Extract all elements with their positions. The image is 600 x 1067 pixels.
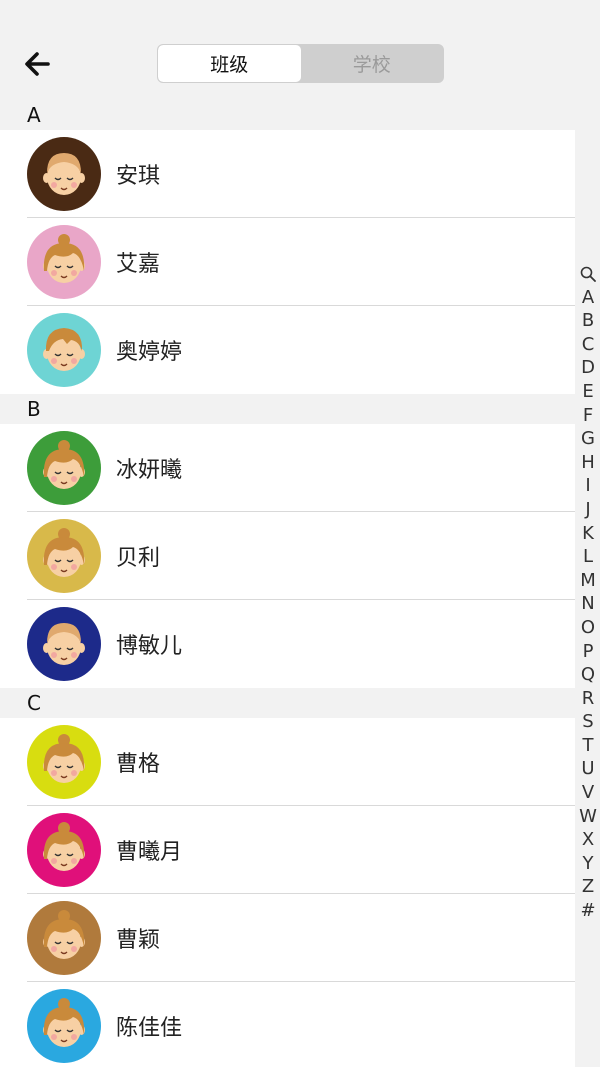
contact-name: 艾嘉 xyxy=(116,252,161,277)
contact-row[interactable]: 安琪 xyxy=(0,130,575,218)
index-letter[interactable]: T xyxy=(576,734,600,758)
avatar xyxy=(27,431,101,505)
alphabet-index: A B C D E F G H I J K L M N O P Q R S T U V W X Y Z # xyxy=(576,262,600,923)
contact-name: 曹曦月 xyxy=(116,840,183,865)
contact-name: 贝利 xyxy=(116,546,161,571)
contact-name: 曹格 xyxy=(116,752,161,777)
search-icon xyxy=(580,263,596,284)
contact-row[interactable]: 艾嘉 xyxy=(0,218,575,306)
index-letter[interactable]: A xyxy=(576,286,600,310)
index-letter[interactable]: L xyxy=(576,545,600,569)
section-header-c: C xyxy=(0,688,575,718)
index-letter[interactable]: U xyxy=(576,757,600,781)
index-letter[interactable]: C xyxy=(576,333,600,357)
index-letter[interactable]: E xyxy=(576,380,600,404)
avatar xyxy=(27,137,101,211)
index-letter[interactable]: P xyxy=(576,640,600,664)
index-letter[interactable]: V xyxy=(576,781,600,805)
avatar xyxy=(27,901,101,975)
index-letter[interactable]: S xyxy=(576,710,600,734)
avatar xyxy=(27,813,101,887)
index-letter[interactable]: W xyxy=(576,805,600,829)
index-letter[interactable]: Q xyxy=(576,663,600,687)
contact-row[interactable]: 贝利 xyxy=(0,512,575,600)
index-letter[interactable]: M xyxy=(576,569,600,593)
index-letter[interactable]: K xyxy=(576,522,600,546)
contact-row[interactable]: 奥婷婷 xyxy=(0,306,575,394)
contact-row[interactable]: 冰妍曦 xyxy=(0,424,575,512)
contact-name: 冰妍曦 xyxy=(116,458,183,483)
contact-name: 曹颖 xyxy=(116,928,161,953)
contact-name: 奥婷婷 xyxy=(116,340,183,365)
segmented-control: 班级 学校 xyxy=(157,44,444,83)
arrow-left-icon xyxy=(22,46,54,82)
contact-name: 博敏儿 xyxy=(116,634,183,659)
contact-name: 安琪 xyxy=(116,164,161,189)
contact-row[interactable]: 曹曦月 xyxy=(0,806,575,894)
index-search[interactable] xyxy=(576,262,600,286)
index-letter[interactable]: Z xyxy=(576,875,600,899)
index-letter[interactable]: B xyxy=(576,309,600,333)
contact-list: A 安琪 艾嘉 奥婷婷 B 冰妍曦 贝利 博敏儿 C 曹格 曹曦月 曹颖 陈佳佳 xyxy=(0,100,575,1067)
index-letter[interactable]: G xyxy=(576,427,600,451)
avatar xyxy=(27,313,101,387)
index-letter[interactable]: H xyxy=(576,451,600,475)
contact-row[interactable]: 曹格 xyxy=(0,718,575,806)
contact-row[interactable]: 曹颖 xyxy=(0,894,575,982)
index-letter[interactable]: I xyxy=(576,474,600,498)
contact-row[interactable]: 博敏儿 xyxy=(0,600,575,688)
avatar xyxy=(27,519,101,593)
section-header-b: B xyxy=(0,394,575,424)
index-letter[interactable]: N xyxy=(576,592,600,616)
avatar xyxy=(27,607,101,681)
index-letter[interactable]: O xyxy=(576,616,600,640)
index-letter[interactable]: D xyxy=(576,356,600,380)
avatar xyxy=(27,989,101,1063)
index-letter[interactable]: X xyxy=(576,828,600,852)
back-button[interactable] xyxy=(22,46,54,82)
header: 班级 学校 xyxy=(0,0,600,100)
index-letter[interactable]: # xyxy=(576,899,600,923)
index-letter[interactable]: Y xyxy=(576,852,600,876)
section-header-a: A xyxy=(0,100,575,130)
contact-name: 陈佳佳 xyxy=(116,1016,183,1041)
tab-school[interactable]: 学校 xyxy=(301,45,444,82)
index-letter[interactable]: R xyxy=(576,687,600,711)
avatar xyxy=(27,725,101,799)
index-letter[interactable]: J xyxy=(576,498,600,522)
index-letter[interactable]: F xyxy=(576,404,600,428)
contact-row[interactable]: 陈佳佳 xyxy=(0,982,575,1067)
tab-class[interactable]: 班级 xyxy=(158,45,301,82)
avatar xyxy=(27,225,101,299)
